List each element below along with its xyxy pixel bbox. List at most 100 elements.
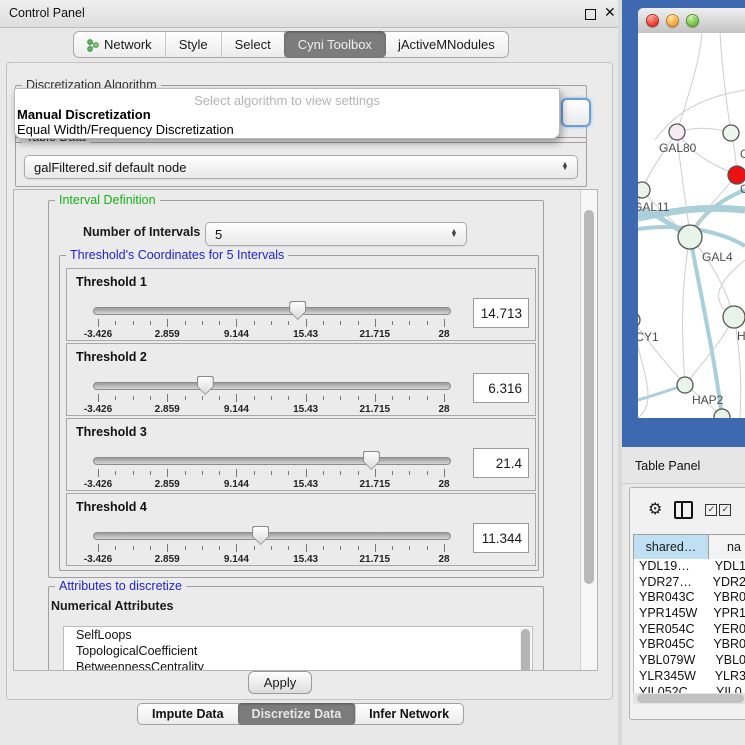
- slider-thumb[interactable]: [197, 376, 214, 395]
- node[interactable]: [723, 306, 745, 328]
- GAL4-node[interactable]: [678, 225, 702, 249]
- GAL11-node[interactable]: [638, 182, 650, 198]
- table-row[interactable]: YPR145WYPR1: [634, 606, 745, 622]
- cell-name: YDL1: [708, 559, 745, 575]
- bottom-tab-bar: Impute DataDiscretize DataInfer Network: [137, 703, 464, 725]
- table-data-combo[interactable]: galFiltered.sif default node ▲▼: [24, 155, 578, 179]
- dropdown-option[interactable]: Equal Width/Frequency Discretization: [17, 122, 557, 137]
- apply-button[interactable]: Apply: [248, 671, 312, 694]
- cell-shared-name: YBR043C: [634, 590, 706, 606]
- zoom-traffic-light-icon[interactable]: [686, 14, 699, 27]
- slider-tick-labels: -3.4262.8599.14415.4321.71528: [98, 554, 444, 565]
- table-row[interactable]: YBL079WYBL0: [634, 653, 745, 669]
- cell-shared-name: YPR145W: [634, 606, 706, 622]
- vertical-scrollbar[interactable]: [580, 190, 597, 670]
- cell-shared-name: YIL052C: [634, 685, 709, 694]
- tab-discretize-data[interactable]: Discretize Data: [238, 703, 357, 725]
- node[interactable]: [723, 125, 739, 141]
- threshold-value-field[interactable]: 21.4: [473, 448, 529, 478]
- cell-shared-name: YDL19…: [634, 559, 708, 575]
- column-header-shared-name[interactable]: shared…: [633, 535, 709, 559]
- nodes[interactable]: [638, 124, 745, 418]
- thresholds-group: Threshold's Coordinates for 5 Intervals …: [59, 255, 539, 571]
- threshold-label: Threshold 3: [76, 425, 147, 439]
- slider-ticks: [98, 469, 444, 478]
- num-intervals-combo[interactable]: 5 ▲▼: [205, 222, 467, 246]
- threshold-slider[interactable]: -3.4262.8599.14415.4321.71528: [93, 447, 449, 487]
- attributes-scrollbar[interactable]: [520, 628, 531, 671]
- slider-tick-labels: -3.4262.8599.14415.4321.71528: [98, 404, 444, 415]
- table-row[interactable]: YIL052CYIL0: [634, 685, 745, 694]
- slider-thumb[interactable]: [289, 301, 306, 320]
- table-rows[interactable]: YDL19…YDL1YDR27…YDR2YBR043CYBR0YPR145WYP…: [633, 559, 745, 693]
- table-row[interactable]: YBR045CYBR0: [634, 637, 745, 653]
- node[interactable]: [714, 409, 730, 418]
- attributes-list[interactable]: SelfLoopsTopologicalCoefficientBetweenne…: [63, 626, 533, 671]
- threshold-slider[interactable]: -3.4262.8599.14415.4321.71528: [93, 372, 449, 412]
- network-window-titlebar[interactable]: [638, 8, 745, 34]
- checkbox-icon[interactable]: ✓: [705, 504, 717, 516]
- algorithm-combo-focus[interactable]: [561, 98, 591, 127]
- slider-thumb[interactable]: [252, 526, 269, 545]
- attributes-title: Attributes to discretize: [55, 579, 186, 593]
- threshold-slider[interactable]: -3.4262.8599.14415.4321.71528: [93, 522, 449, 562]
- GAL80-node[interactable]: [669, 124, 685, 140]
- columns-icon[interactable]: [674, 501, 693, 519]
- node-label: C: [740, 182, 745, 196]
- table-row[interactable]: YDR27…YDR2: [634, 575, 745, 591]
- threshold-value-field[interactable]: 11.344: [473, 523, 529, 553]
- cell-name: YBR0: [706, 637, 745, 653]
- tab-style[interactable]: Style: [166, 32, 222, 57]
- node-label: GAL4: [702, 250, 733, 264]
- threshold-value-field[interactable]: 14.713: [473, 298, 529, 328]
- table-row[interactable]: YLR345WYLR3: [634, 669, 745, 685]
- threshold-value-field[interactable]: 6.316: [473, 373, 529, 403]
- table-row[interactable]: YDL19…YDL1: [634, 559, 745, 575]
- gear-icon[interactable]: ⚙: [648, 502, 662, 518]
- tab-label: Cyni Toolbox: [298, 37, 372, 52]
- node-label: GCY1: [638, 330, 659, 344]
- tab-select[interactable]: Select: [222, 32, 285, 57]
- node-label: H: [737, 329, 745, 343]
- settings-scrollpane: Interval Definition Number of Intervals …: [13, 189, 598, 671]
- top-tab-bar: Network Style Select Cyni Toolbox jActiveMNo…: [73, 31, 509, 58]
- table-row[interactable]: YBR043CYBR0: [634, 590, 745, 606]
- slider-tick-labels: -3.4262.8599.14415.4321.71528: [98, 329, 444, 340]
- tab-impute-data[interactable]: Impute Data: [138, 704, 239, 724]
- horizontal-scrollbar[interactable]: [633, 693, 745, 704]
- table-toolbar: ⚙ ✓ ✓: [630, 488, 745, 532]
- cyni-toolbox-panel: Discretization Algorithm Select algorith…: [6, 62, 613, 700]
- network-canvas[interactable]: GAL80GACGAL11GAL4GCY1HHAP2: [638, 33, 745, 418]
- threshold-panel: Threshold 4-3.4262.8599.14415.4321.71528…: [66, 493, 536, 566]
- minimize-traffic-light-icon[interactable]: [666, 14, 679, 27]
- slider-track: [93, 307, 451, 315]
- dropdown-option[interactable]: Manual Discretization: [17, 107, 557, 122]
- tab-cyni-toolbox[interactable]: Cyni Toolbox: [284, 31, 386, 58]
- close-icon[interactable]: ✕: [604, 4, 616, 21]
- cell-shared-name: YER054C: [634, 622, 706, 638]
- close-traffic-light-icon[interactable]: [646, 14, 659, 27]
- slider-ticks: [98, 319, 444, 328]
- attribute-item[interactable]: BetweennessCentrality: [64, 659, 532, 671]
- table-header-row: shared… na: [633, 534, 745, 560]
- table-row[interactable]: YER054CYER0: [634, 622, 745, 638]
- checkbox-icon[interactable]: ✓: [719, 504, 731, 516]
- tab-label: Style: [179, 37, 208, 52]
- table-data-value: galFiltered.sif default node: [25, 160, 557, 175]
- column-header-name[interactable]: na: [709, 535, 745, 559]
- float-icon[interactable]: [585, 9, 596, 20]
- num-intervals-label: Number of Intervals: [83, 225, 200, 239]
- cell-shared-name: YBR045C: [634, 637, 706, 653]
- attribute-item[interactable]: TopologicalCoefficient: [64, 643, 532, 659]
- slider-thumb[interactable]: [363, 451, 380, 470]
- attribute-item[interactable]: SelfLoops: [64, 627, 532, 643]
- threshold-slider[interactable]: -3.4262.8599.14415.4321.71528: [93, 297, 449, 337]
- tab-infer-network[interactable]: Infer Network: [355, 704, 463, 724]
- threshold-panel: Threshold 3 -3.4262.8599.14415.4321.71528…: [66, 418, 536, 491]
- cell-name: YBL0: [708, 653, 745, 669]
- node-label: GAL80: [659, 141, 697, 155]
- tab-jactivemnodules[interactable]: jActiveMNodules: [385, 32, 508, 57]
- tab-network[interactable]: Network: [74, 32, 166, 57]
- GCY1-node[interactable]: [638, 312, 640, 328]
- HAP2-node[interactable]: [677, 377, 693, 393]
